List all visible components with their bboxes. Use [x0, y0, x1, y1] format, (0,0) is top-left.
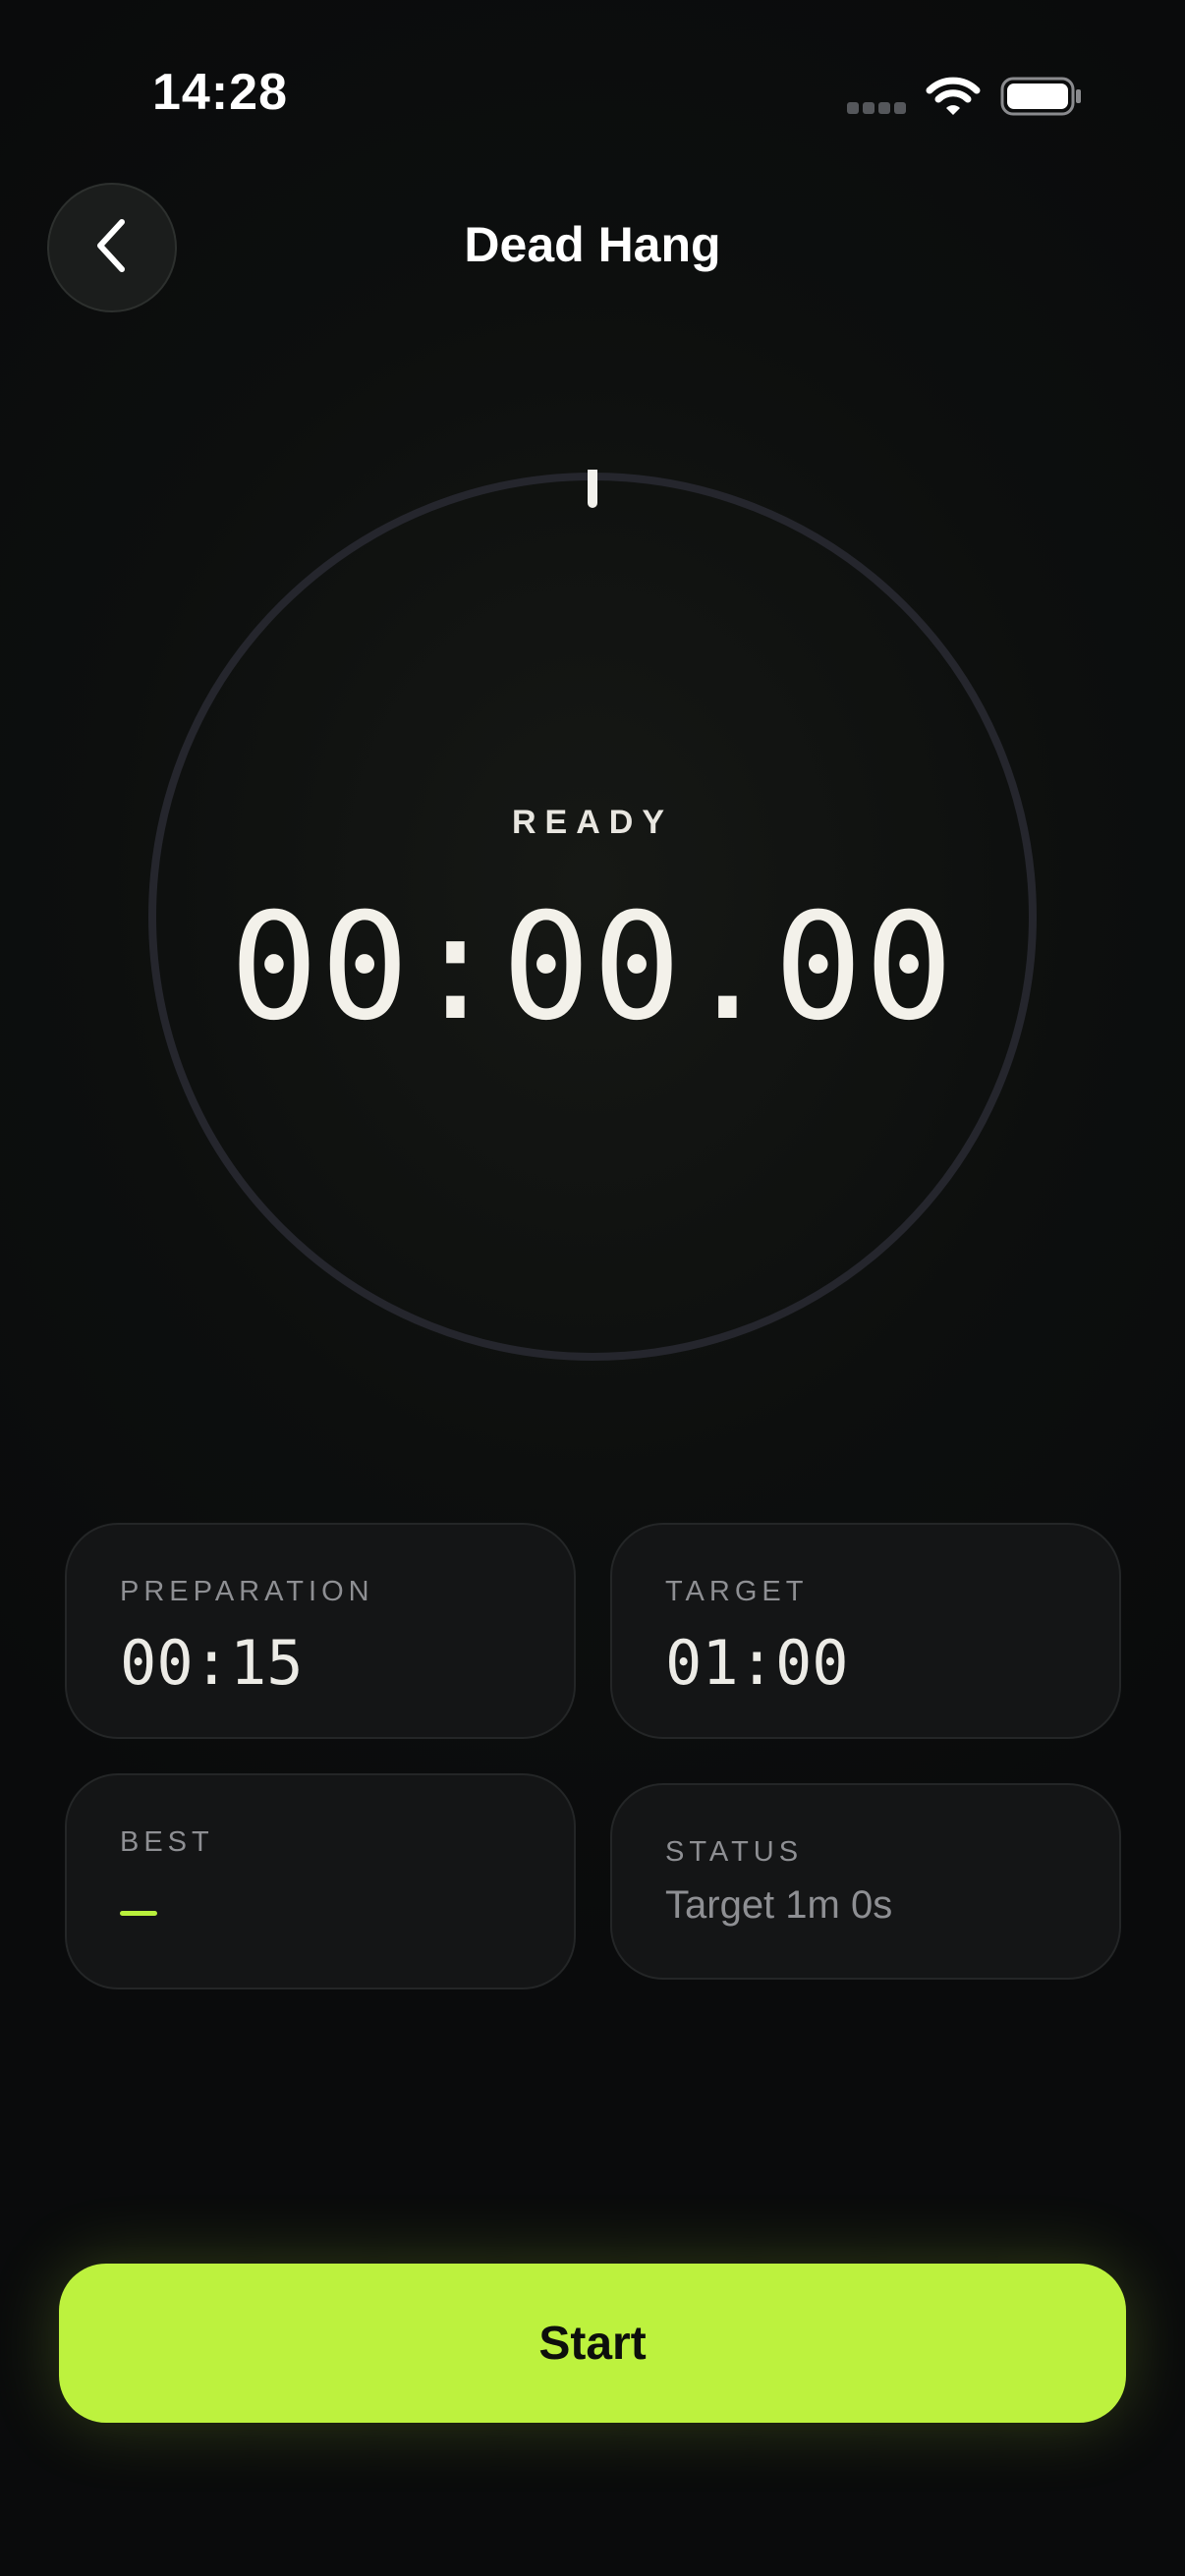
signal-icon [847, 102, 908, 116]
status-bar: 14:28 [0, 0, 1185, 187]
status-time: 14:28 [152, 64, 288, 121]
best-label: BEST [120, 1826, 214, 1858]
page-title: Dead Hang [464, 217, 721, 272]
preparation-value: 00:15 [120, 1627, 304, 1699]
status-value: Target 1m 0s [665, 1883, 893, 1927]
best-card: BEST [65, 1773, 576, 1989]
target-label: TARGET [665, 1576, 809, 1607]
timer-dial: READY 00:00.00 [145, 470, 1040, 1364]
preparation-card[interactable]: PREPARATION 00:15 [65, 1523, 576, 1739]
timer-display: 00:00.00 [229, 882, 956, 1053]
timer-state-label: READY [511, 804, 674, 841]
start-button[interactable]: Start [59, 2264, 1126, 2423]
target-value: 01:00 [665, 1627, 849, 1699]
best-value [120, 1911, 157, 1916]
preparation-label: PREPARATION [120, 1576, 374, 1607]
status-label: STATUS [665, 1836, 804, 1868]
status-card: STATUS Target 1m 0s [610, 1783, 1121, 1980]
target-card[interactable]: TARGET 01:00 [610, 1523, 1121, 1739]
battery-icon [1000, 77, 1083, 116]
wifi-icon [926, 75, 981, 118]
